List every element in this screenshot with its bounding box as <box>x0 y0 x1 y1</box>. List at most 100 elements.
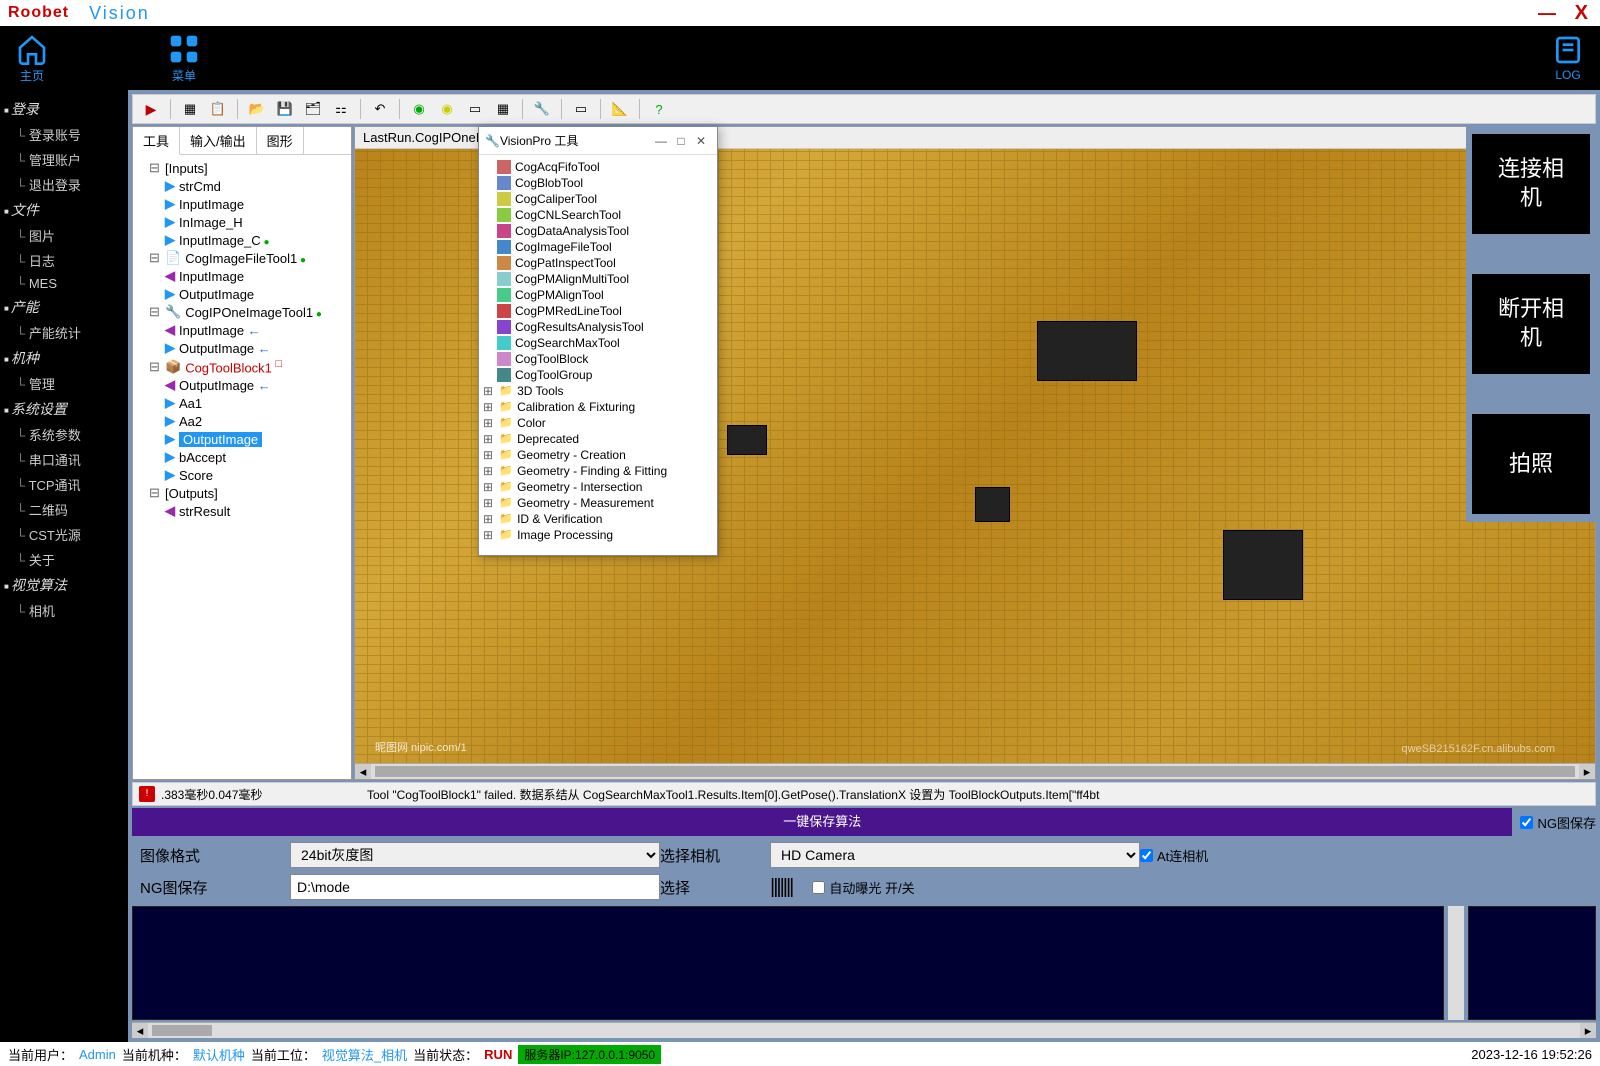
tool-folder[interactable]: 📁Color <box>483 415 713 431</box>
help-icon[interactable]: ? <box>647 97 671 121</box>
v-scrollbar[interactable] <box>1448 906 1464 1020</box>
sidebar-item[interactable]: CST光源 <box>4 522 124 547</box>
tree-node[interactable]: ⊟[Outputs] <box>137 484 347 502</box>
sidebar-item[interactable]: MES <box>4 273 124 294</box>
tree-node[interactable]: ◀strResult <box>137 502 347 520</box>
close-button[interactable]: X <box>1575 2 1588 25</box>
tb-icon[interactable]: ▭ <box>463 97 487 121</box>
maximize-icon[interactable]: □ <box>671 134 691 148</box>
camera-select[interactable]: HD Camera <box>770 842 1140 868</box>
tab-io[interactable]: 输入/输出 <box>180 127 257 154</box>
tool-list-item[interactable]: CogSearchMaxTool <box>483 335 713 351</box>
tool-folder[interactable]: 📁Calibration & Fixturing <box>483 399 713 415</box>
tree-node[interactable]: ⊟📄CogImageFileTool1 <box>137 249 347 267</box>
scroll-right-icon[interactable]: ▸ <box>1579 764 1595 779</box>
tool-folder[interactable]: 📁Geometry - Finding & Fitting <box>483 463 713 479</box>
undo-icon[interactable]: ↶ <box>368 97 392 121</box>
tree-node[interactable]: ▶Score <box>137 466 347 484</box>
tool-list-item[interactable]: CogResultsAnalysisTool <box>483 319 713 335</box>
scroll-thumb[interactable] <box>375 766 1575 777</box>
tb-icon[interactable]: 📋 <box>206 97 230 121</box>
sidebar-item[interactable]: 管理账户 <box>4 147 124 172</box>
tool-list-item[interactable]: CogDataAnalysisTool <box>483 223 713 239</box>
sidebar-item[interactable]: 二维码 <box>4 497 124 522</box>
h-scrollbar[interactable]: ◂ ▸ <box>355 763 1595 779</box>
tree-node[interactable]: ▶InputImage <box>137 195 347 213</box>
tb-icon[interactable]: ▦ <box>178 97 202 121</box>
auto-exposure-checkbox[interactable]: 自动曝光 开/关 <box>812 878 914 897</box>
sidebar-item[interactable]: 登录账号 <box>4 122 124 147</box>
tool-folder[interactable]: 📁Deprecated <box>483 431 713 447</box>
sidebar-item[interactable]: 管理 <box>4 371 124 396</box>
save-icon[interactable]: 💾 <box>273 97 297 121</box>
tab-tools[interactable]: 工具 <box>133 127 180 155</box>
tool-folder[interactable]: 📁3D Tools <box>483 383 713 399</box>
log-button[interactable]: LOG <box>1552 34 1584 82</box>
sidebar-item[interactable]: 关于 <box>4 547 124 572</box>
tree-node[interactable]: ▶Aa2 <box>137 412 347 430</box>
tool-list-item[interactable]: CogPMAlignMultiTool <box>483 271 713 287</box>
sidebar-category[interactable]: 机种 <box>4 345 124 371</box>
sidebar-item[interactable]: 退出登录 <box>4 172 124 197</box>
open-icon[interactable]: 📂 <box>245 97 269 121</box>
tool-list[interactable]: CogAcqFifoTool CogBlobTool CogCaliperToo… <box>479 155 717 555</box>
tree-node[interactable]: ▶strCmd <box>137 177 347 195</box>
tree-node[interactable]: ◀InputImage ← <box>137 321 347 339</box>
tool-folder[interactable]: 📁Geometry - Measurement <box>483 495 713 511</box>
minimize-icon[interactable]: — <box>651 134 671 148</box>
tool-list-item[interactable]: CogToolGroup <box>483 367 713 383</box>
tool-list-item[interactable]: CogPatInspectTool <box>483 255 713 271</box>
tree-node[interactable]: ▶InImage_H <box>137 213 347 231</box>
tool-list-item[interactable]: CogAcqFifoTool <box>483 159 713 175</box>
tree-node[interactable]: ⊟🔧CogIPOneImageTool1 <box>137 303 347 321</box>
tb-icon[interactable]: ▭ <box>569 97 593 121</box>
sidebar-item[interactable]: 系统参数 <box>4 422 124 447</box>
tool-tree[interactable]: ⊟[Inputs]▶strCmd▶InputImage▶InImage_H▶In… <box>133 155 351 779</box>
close-icon[interactable]: ✕ <box>691 134 711 148</box>
action-button[interactable]: 拍照 <box>1472 414 1590 514</box>
at-camera-checkbox[interactable]: At连相机 <box>1140 846 1350 865</box>
sidebar-category[interactable]: 文件 <box>4 197 124 223</box>
tool-list-item[interactable]: CogPMRedLineTool <box>483 303 713 319</box>
sidebar-category[interactable]: 视觉算法 <box>4 572 124 598</box>
menu-button[interactable]: 菜单 <box>168 33 200 84</box>
tree-node[interactable]: ⊟[Inputs] <box>137 159 347 177</box>
minimize-button[interactable]: — <box>1538 3 1556 24</box>
ng-save-path-input[interactable] <box>290 874 660 900</box>
home-button[interactable]: 主页 <box>16 33 48 84</box>
tree-node[interactable]: ▶OutputImage ← <box>137 339 347 357</box>
tool-list-item[interactable]: CogCNLSearchTool <box>483 207 713 223</box>
tree-node[interactable]: ▶OutputImage <box>137 285 347 303</box>
tool-folder[interactable]: 📁Image Processing <box>483 527 713 543</box>
tool-list-item[interactable]: CogBlobTool <box>483 175 713 191</box>
run-button[interactable]: ▶ <box>139 97 163 121</box>
sidebar-item[interactable]: 图片 <box>4 223 124 248</box>
sidebar-category[interactable]: 系统设置 <box>4 396 124 422</box>
tab-graphics[interactable]: 图形 <box>257 127 304 154</box>
tree-node[interactable]: ▶InputImage_C <box>137 231 347 249</box>
sidebar-item[interactable]: 串口通讯 <box>4 447 124 472</box>
tb-icon[interactable]: ◉ <box>407 97 431 121</box>
tool-list-item[interactable]: CogToolBlock <box>483 351 713 367</box>
h-scrollbar[interactable]: ◂ ▸ <box>132 1022 1596 1038</box>
tb-icon[interactable]: ▦ <box>491 97 515 121</box>
tool-folder[interactable]: 📁Geometry - Creation <box>483 447 713 463</box>
sidebar-category[interactable]: 产能 <box>4 294 124 320</box>
sidebar-item[interactable]: 相机 <box>4 598 124 623</box>
tb-icon[interactable]: ◉ <box>435 97 459 121</box>
tree-node[interactable]: ◀InputImage <box>137 267 347 285</box>
img-format-select[interactable]: 24bit灰度图 <box>290 842 660 868</box>
sidebar-item[interactable]: 产能统计 <box>4 320 124 345</box>
save-algorithm-button[interactable]: 一键保存算法 <box>132 808 1512 836</box>
barcode-icon[interactable]: ||||||| <box>770 876 792 899</box>
tool-folder[interactable]: 📁Geometry - Intersection <box>483 479 713 495</box>
tool-list-item[interactable]: CogImageFileTool <box>483 239 713 255</box>
tool-list-item[interactable]: CogCaliperTool <box>483 191 713 207</box>
tree-node[interactable]: ⊟📦CogToolBlock1 □ <box>137 357 347 376</box>
tb-icon[interactable]: 📐 <box>608 97 632 121</box>
tool-folder[interactable]: 📁ID & Verification <box>483 511 713 527</box>
tree-node[interactable]: ▶OutputImage <box>137 430 347 448</box>
settings-icon[interactable]: 🔧 <box>530 97 554 121</box>
tree-node[interactable]: ▶bAccept <box>137 448 347 466</box>
visionpro-tools-window[interactable]: 🔧 VisionPro 工具 — □ ✕ CogAcqFifoTool CogB… <box>478 126 718 556</box>
